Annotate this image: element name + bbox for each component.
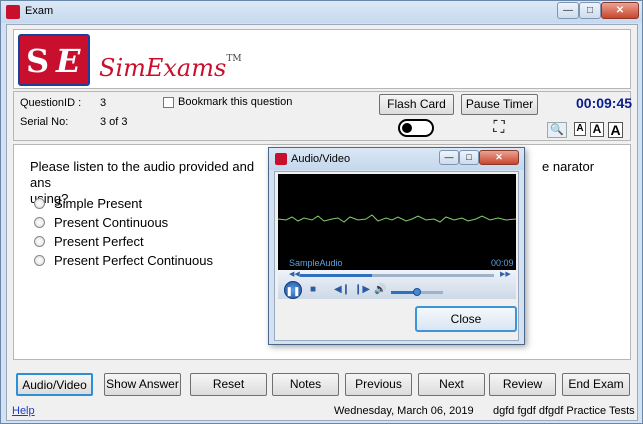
volume-icon[interactable]: 🔊 — [374, 284, 386, 295]
minimize-button[interactable]: — — [557, 2, 579, 19]
stop-icon[interactable]: ■ — [310, 284, 316, 295]
dialog-title-bar[interactable]: Audio/Video — □ ✕ — [269, 148, 524, 170]
close-window-button[interactable]: ✕ — [601, 2, 639, 19]
next-track-icon[interactable]: ❙▶ — [354, 284, 370, 295]
bookmark-checkbox[interactable] — [163, 97, 174, 108]
bookmark-label: Bookmark this question — [178, 96, 293, 108]
audio-video-button[interactable]: Audio/Video — [16, 373, 93, 396]
audio-waveform — [278, 214, 516, 223]
trademark: TM — [226, 54, 242, 64]
seek-bar[interactable] — [300, 274, 494, 277]
waveform-line — [278, 214, 516, 223]
question-id-value: 3 — [100, 97, 107, 109]
logo-panel: S E SimExamsTM — [13, 29, 631, 89]
toggle-knob — [402, 123, 412, 133]
end-exam-button[interactable]: End Exam — [562, 373, 630, 396]
maximize-icon: □ — [586, 5, 594, 16]
question-text-tail: e narator — [542, 159, 595, 174]
exam-timer: 00:09:45 — [576, 95, 633, 111]
help-link[interactable]: Help — [12, 405, 35, 417]
review-button[interactable]: Review — [489, 373, 556, 396]
media-name: SampleAudio — [289, 258, 343, 268]
volume-slider[interactable] — [391, 288, 443, 296]
option-radio[interactable] — [34, 236, 45, 247]
flash-card-button[interactable]: Flash Card — [379, 94, 454, 115]
dialog-maximize-button[interactable]: □ — [459, 150, 479, 165]
fast-forward-icon[interactable]: ▶▶ — [500, 270, 511, 278]
info-panel: QuestionID : 3 Serial No: 3 of 3 Bookmar… — [13, 91, 633, 141]
close-icon: ✕ — [495, 152, 503, 162]
show-answer-button[interactable]: Show Answer — [104, 373, 181, 396]
window-title: Exam — [25, 5, 54, 17]
theme-toggle[interactable] — [398, 119, 434, 137]
maximize-icon: □ — [466, 152, 472, 162]
font-small-button[interactable]: A — [574, 122, 586, 136]
audio-video-dialog: Audio/Video — □ ✕ SampleAudio 00:09 ◀◀ ▶… — [268, 147, 525, 345]
magnifier-icon[interactable]: 🔍 — [547, 122, 567, 138]
dialog-title: Audio/Video — [291, 153, 351, 165]
option-radio[interactable] — [34, 217, 45, 228]
serial-value: 3 of 3 — [100, 116, 128, 128]
option-label: Present Continuous — [54, 215, 169, 230]
player-controls: ◀◀ ▶▶ ❚❚ ■ ◀❙ ❙▶ 🔊 — [278, 270, 516, 299]
dialog-close-x-button[interactable]: ✕ — [479, 150, 519, 165]
reset-button[interactable]: Reset — [190, 373, 267, 396]
previous-button[interactable]: Previous — [345, 373, 412, 396]
dialog-app-icon — [275, 153, 287, 165]
dialog-close-button[interactable]: Close — [415, 306, 517, 332]
logo-letter-e: E — [56, 42, 81, 80]
logo-letter-s: S — [26, 42, 50, 80]
option-radio[interactable] — [34, 198, 45, 209]
media-time: 00:09 — [491, 258, 514, 268]
font-medium-button[interactable]: A — [590, 122, 604, 137]
pause-button[interactable]: ❚❚ — [284, 281, 302, 299]
serial-label: Serial No: — [20, 116, 69, 128]
pause-icon: ❚❚ — [285, 286, 301, 296]
simexams-logo: S E — [18, 34, 90, 86]
brand-text: SimExams — [99, 54, 227, 82]
question-text-line1: Please listen to the audio provided and … — [30, 159, 255, 190]
volume-knob[interactable] — [413, 288, 421, 296]
option-label: Present Perfect — [54, 234, 144, 249]
previous-track-icon[interactable]: ◀❙ — [334, 284, 350, 295]
notes-button[interactable]: Notes — [272, 373, 339, 396]
rewind-icon[interactable]: ◀◀ — [289, 270, 300, 278]
minimize-icon: — — [563, 5, 573, 16]
dialog-minimize-button[interactable]: — — [439, 150, 459, 165]
option-label: Simple Present — [54, 196, 143, 211]
option-label: Present Perfect Continuous — [54, 253, 213, 268]
app-icon — [6, 5, 20, 19]
minimize-icon: — — [444, 152, 454, 162]
status-date: Wednesday, March 06, 2019 — [334, 405, 474, 417]
brand-name: SimExamsTM — [99, 54, 242, 82]
status-bar: Help Wednesday, March 06, 2019 dgfd fgdf… — [7, 402, 637, 420]
seek-progress — [300, 274, 372, 277]
font-large-button[interactable]: A — [608, 122, 623, 138]
option-radio[interactable] — [34, 255, 45, 266]
title-bar[interactable]: Exam — □ ✕ — [1, 1, 642, 23]
maximize-button[interactable]: □ — [579, 2, 601, 19]
pause-timer-button[interactable]: Pause Timer — [461, 94, 538, 115]
close-icon: ✕ — [615, 5, 625, 16]
dialog-body: SampleAudio 00:09 ◀◀ ▶▶ ❚❚ ■ ◀❙ ❙▶ 🔊 Clo… — [274, 171, 519, 341]
status-brand: dgfd fgdf dfgdf Practice Tests — [493, 405, 635, 417]
fullscreen-icon[interactable]: ⛶ — [490, 119, 508, 137]
next-button[interactable]: Next — [418, 373, 485, 396]
question-id-label: QuestionID : — [20, 97, 82, 109]
media-player: SampleAudio 00:09 ◀◀ ▶▶ ❚❚ ■ ◀❙ ❙▶ 🔊 — [278, 174, 516, 299]
